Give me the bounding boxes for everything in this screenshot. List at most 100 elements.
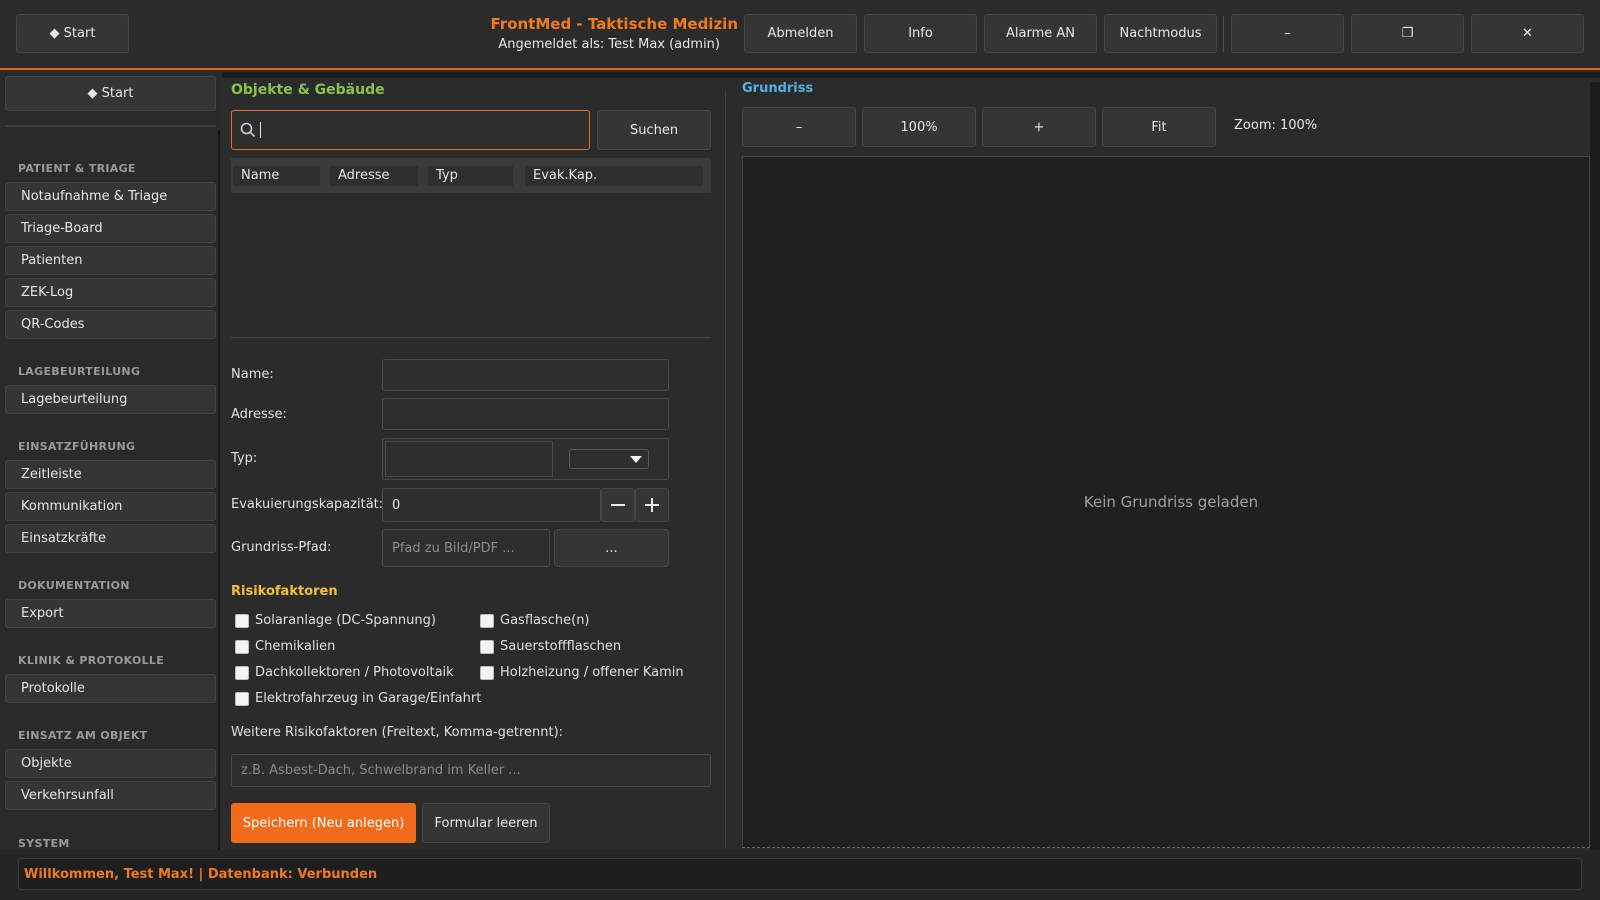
risk-checkbox-elektrofahrzeug[interactable]: Elektrofahrzeug in Garage/Einfahrt [235, 691, 481, 706]
checkbox-label: Elektrofahrzeug in Garage/Einfahrt [255, 691, 482, 706]
floorplan-panel-title: Grundriss [742, 81, 814, 96]
risk-checkbox-dachkollektoren[interactable]: Dachkollektoren / Photovoltaik [235, 665, 454, 680]
sidebar-divider [5, 125, 216, 127]
capacity-label: Evakuierungskapazität: [231, 497, 384, 512]
sidebar-item-export[interactable]: Export [5, 599, 216, 628]
sidebar-item-notaufnahme[interactable]: Notaufnahme & Triage [5, 182, 216, 211]
plus-icon [645, 498, 659, 512]
sidebar-start-button[interactable]: ◆ Start [5, 76, 216, 111]
column-header-name[interactable]: Name [233, 166, 320, 186]
alarms-toggle-button[interactable]: Alarme AN [984, 14, 1097, 53]
logout-button[interactable]: Abmelden [744, 14, 857, 53]
sidebar-item-triage-board[interactable]: Triage-Board [5, 214, 216, 243]
checkbox-label: Dachkollektoren / Photovoltaik [255, 665, 454, 680]
status-message: Willkommen, Test Max! | Datenbank: Verbu… [18, 858, 1582, 890]
checkbox-icon [235, 613, 249, 628]
floorplan-canvas[interactable]: Kein Grundriss geladen [742, 156, 1590, 848]
sidebar-item-zeitleiste[interactable]: Zeitleiste [5, 460, 216, 489]
sidebar-section-title: LAGEBEURTEILUNG [18, 365, 141, 378]
type-dropdown[interactable] [569, 449, 649, 469]
sidebar-item-protokolle[interactable]: Protokolle [5, 674, 216, 703]
minimize-button[interactable]: – [1231, 14, 1344, 53]
address-field[interactable] [382, 398, 669, 430]
risk-checkbox-gasflaschen[interactable]: Gasflasche(n) [480, 613, 590, 628]
type-label: Typ: [231, 451, 258, 466]
zoom-level-label: Zoom: 100% [1234, 118, 1318, 133]
zoom-in-button[interactable]: + [982, 107, 1096, 147]
name-label: Name: [231, 367, 274, 382]
close-button[interactable]: ✕ [1471, 14, 1584, 53]
sidebar-section-title: EINSATZ AM OBJEKT [18, 729, 148, 742]
clear-form-button[interactable]: Formular leeren [422, 803, 550, 843]
column-header-typ[interactable]: Typ [428, 166, 513, 186]
checkbox-label: Chemikalien [255, 639, 336, 654]
checkbox-icon [480, 665, 494, 680]
further-risks-placeholder: z.B. Asbest-Dach, Schwelbrand im Keller … [241, 763, 521, 778]
risk-factors-title: Risikofaktoren [231, 584, 338, 599]
table-divider [231, 337, 711, 338]
checkbox-icon [235, 691, 249, 706]
scrollbar-track[interactable] [1590, 82, 1600, 850]
checkbox-icon [235, 665, 249, 680]
sidebar-item-zek-log[interactable]: ZEK-Log [5, 278, 216, 307]
further-risks-input[interactable]: z.B. Asbest-Dach, Schwelbrand im Keller … [231, 754, 711, 787]
sidebar: ◆ Start PATIENT & TRIAGE Notaufnahme & T… [0, 72, 220, 850]
sidebar-section-title: SYSTEM [18, 837, 70, 850]
further-risks-label: Weitere Risikofaktoren (Freitext, Komma-… [231, 725, 564, 740]
floorplan-path-label: Grundriss-Pfad: [231, 540, 332, 555]
name-field[interactable] [382, 359, 669, 391]
column-header-adresse[interactable]: Adresse [330, 166, 418, 186]
checkbox-icon [480, 639, 494, 654]
header-separator [1223, 16, 1224, 52]
browse-button[interactable]: ... [554, 529, 669, 567]
info-button[interactable]: Info [864, 14, 977, 53]
fit-button[interactable]: Fit [1102, 107, 1216, 147]
increment-button[interactable] [635, 488, 669, 522]
empty-floorplan-text: Kein Grundriss geladen [1083, 493, 1259, 511]
floorplan-path-field[interactable]: Pfad zu Bild/PDF ... [382, 529, 550, 567]
sidebar-item-qr-codes[interactable]: QR-Codes [5, 310, 216, 339]
sidebar-item-kommunikation[interactable]: Kommunikation [5, 492, 216, 521]
path-placeholder: Pfad zu Bild/PDF ... [392, 540, 515, 556]
app-window: ◆ Start FrontMed - Taktische Medizin Ang… [0, 0, 1600, 900]
zoom-out-button[interactable]: – [742, 107, 856, 147]
risk-checkbox-chemikalien[interactable]: Chemikalien [235, 639, 335, 654]
checkbox-icon [235, 639, 249, 654]
night-mode-button[interactable]: Nachtmodus [1104, 14, 1217, 53]
checkbox-label: Solaranlage (DC-Spannung) [255, 613, 436, 628]
sidebar-item-objekte[interactable]: Objekte [5, 749, 216, 778]
user-info: Angemeldet als: Test Max (admin) [498, 37, 720, 52]
status-bar: Willkommen, Test Max! | Datenbank: Verbu… [0, 850, 1600, 900]
panel-separator [725, 90, 726, 848]
header-bar: ◆ Start FrontMed - Taktische Medizin Ang… [0, 0, 1600, 70]
search-input[interactable] [231, 110, 590, 150]
risk-checkbox-solar[interactable]: Solaranlage (DC-Spannung) [235, 613, 436, 628]
checkbox-label: Holzheizung / offener Kamin [500, 665, 684, 680]
sidebar-item-einsatzkraefte[interactable]: Einsatzkräfte [5, 524, 216, 553]
checkbox-label: Gasflasche(n) [500, 613, 590, 628]
column-header-evak-kap[interactable]: Evak.Kap. [525, 166, 703, 186]
risk-checkbox-holzheizung[interactable]: Holzheizung / offener Kamin [480, 665, 684, 680]
capacity-input[interactable]: 0 [382, 488, 601, 522]
sidebar-item-lagebeurteilung[interactable]: Lagebeurteilung [5, 385, 216, 414]
sidebar-item-verkehrsunfall[interactable]: Verkehrsunfall [5, 781, 216, 810]
sidebar-item-patienten[interactable]: Patienten [5, 246, 216, 275]
app-title: FrontMed - Taktische Medizin [490, 15, 738, 33]
type-text-field[interactable] [385, 441, 553, 477]
header-start-button[interactable]: ◆ Start [16, 14, 129, 53]
checkbox-icon [480, 613, 494, 628]
address-label: Adresse: [231, 407, 287, 422]
type-combo [382, 438, 669, 480]
sidebar-scroll-edge [218, 130, 220, 850]
minus-icon [611, 504, 625, 506]
objects-panel-title: Objekte & Gebäude [231, 82, 385, 98]
save-button[interactable]: Speichern (Neu anlegen) [231, 803, 416, 843]
decrement-button[interactable] [601, 488, 635, 522]
zoom-reset-button[interactable]: 100% [862, 107, 976, 147]
checkbox-label: Sauerstoffflaschen [500, 639, 622, 654]
maximize-button[interactable]: ❐ [1351, 14, 1464, 53]
sidebar-section-title: PATIENT & TRIAGE [18, 162, 136, 175]
chevron-down-icon [630, 456, 642, 463]
search-button[interactable]: Suchen [597, 110, 711, 150]
risk-checkbox-sauerstoff[interactable]: Sauerstoffflaschen [480, 639, 621, 654]
